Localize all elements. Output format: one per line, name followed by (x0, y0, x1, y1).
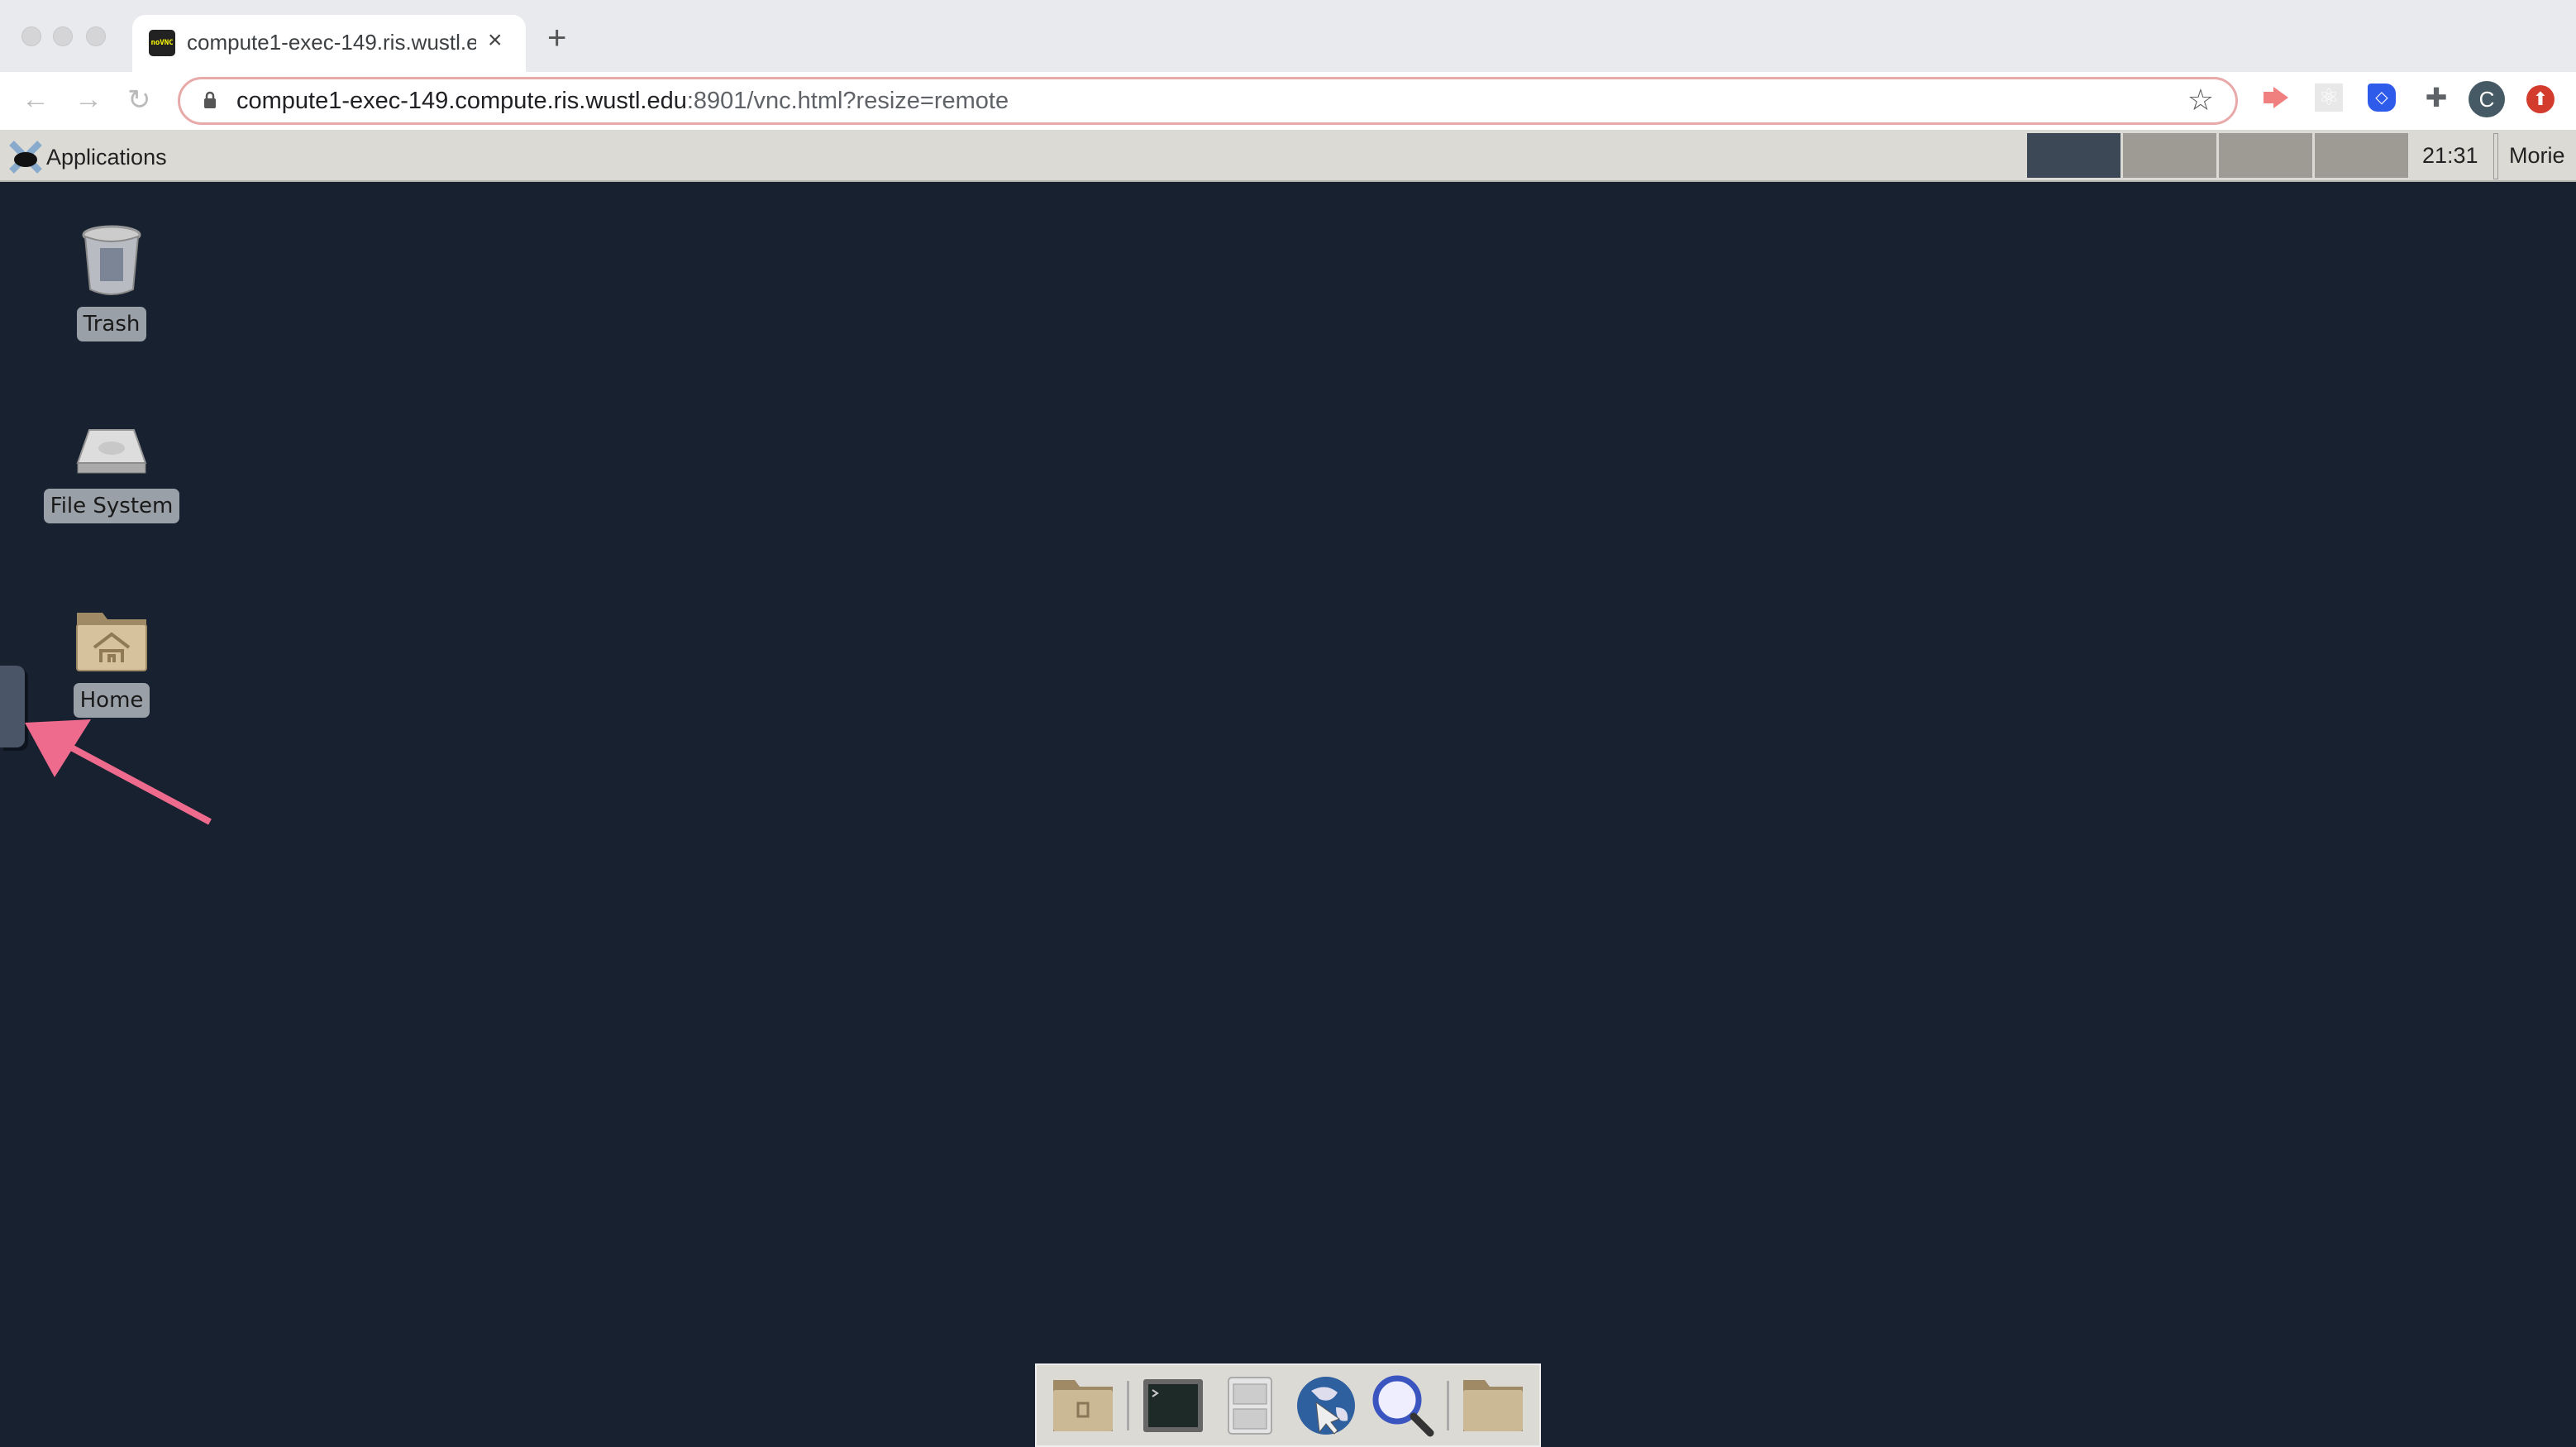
folder-icon (1462, 1379, 1523, 1431)
applications-label: Applications (46, 144, 167, 170)
extension-link-icon[interactable]: ◇ (2368, 84, 2396, 112)
file-cabinet-icon (1227, 1376, 1272, 1435)
dock-search[interactable] (1370, 1373, 1436, 1439)
workspace-4[interactable] (2315, 133, 2408, 178)
workspace-1[interactable] (2027, 133, 2120, 178)
dock-file-cabinet[interactable] (1217, 1373, 1283, 1439)
window-close-button[interactable] (21, 26, 41, 46)
workspace-3[interactable] (2219, 133, 2312, 178)
dock (1035, 1363, 1541, 1447)
react-devtools-icon[interactable]: ⚛ (2315, 84, 2343, 112)
desktop-icon-trash[interactable]: Trash (29, 223, 194, 341)
profile-avatar[interactable]: C (2469, 81, 2505, 117)
browser-toolbar: ← → ↻ compute1-exec-149.compute.ris.wust… (0, 72, 2576, 130)
forward-icon[interactable]: → (74, 84, 103, 116)
trash-icon (82, 225, 141, 295)
window-zoom-button[interactable] (86, 26, 106, 46)
desktop-icon-file-system[interactable]: File System (29, 422, 194, 523)
web-browser-icon (1297, 1376, 1356, 1435)
url-path: :8901/vnc.html?resize=remote (686, 88, 1009, 114)
new-tab-button[interactable]: + (547, 21, 566, 55)
tab-title: compute1-exec-149.ris.wustl.edu (187, 30, 476, 55)
desktop-icon-label: File System (43, 489, 180, 523)
lock-icon (204, 91, 216, 108)
workspace-2[interactable] (2123, 133, 2216, 178)
extension-video-icon[interactable] (2262, 84, 2290, 112)
tab-close-icon[interactable]: × (488, 26, 503, 55)
dock-folder[interactable] (1460, 1373, 1526, 1439)
update-icon[interactable]: ⬆ (2526, 85, 2555, 113)
dock-separator (1127, 1380, 1130, 1430)
url-host: compute1-exec-149.compute.ris.wustl.edu (236, 88, 687, 114)
file-manager-icon (1053, 1379, 1114, 1431)
dock-web-browser[interactable] (1293, 1373, 1359, 1439)
extensions-puzzle-icon[interactable]: ✚ (2422, 84, 2450, 112)
window-minimize-button[interactable] (53, 26, 73, 46)
desktop-icon-label: Trash (76, 307, 147, 341)
url-text: compute1-exec-149.compute.ris.wustl.edu:… (236, 88, 1009, 115)
address-bar[interactable]: compute1-exec-149.compute.ris.wustl.edu:… (178, 77, 2238, 125)
reload-icon[interactable]: ↻ (127, 84, 151, 117)
dock-file-manager[interactable] (1050, 1373, 1116, 1439)
dock-separator (1446, 1380, 1449, 1430)
applications-menu-button[interactable]: Applications (8, 140, 167, 174)
home-folder-icon (76, 613, 147, 671)
bookmark-star-icon[interactable]: ☆ (2187, 83, 2214, 117)
novnc-favicon-icon: noVNC (149, 30, 175, 56)
drive-icon (76, 429, 147, 474)
browser-tab-bar: noVNC compute1-exec-149.ris.wustl.edu × … (0, 0, 2576, 72)
search-icon (1372, 1375, 1434, 1436)
xfce-mouse-icon (9, 141, 42, 174)
back-icon[interactable]: ← (21, 84, 50, 116)
user-menu[interactable]: Morie (2509, 143, 2565, 169)
panel-separator (2493, 133, 2498, 179)
annotation-arrow-icon (25, 719, 212, 825)
browser-tab[interactable]: noVNC compute1-exec-149.ris.wustl.edu × (132, 15, 526, 72)
clock[interactable]: 21:31 (2422, 143, 2478, 169)
dock-terminal[interactable] (1140, 1373, 1206, 1439)
xfce-top-panel: Applications 21:31 Morie (0, 130, 2576, 182)
terminal-icon (1143, 1378, 1203, 1432)
